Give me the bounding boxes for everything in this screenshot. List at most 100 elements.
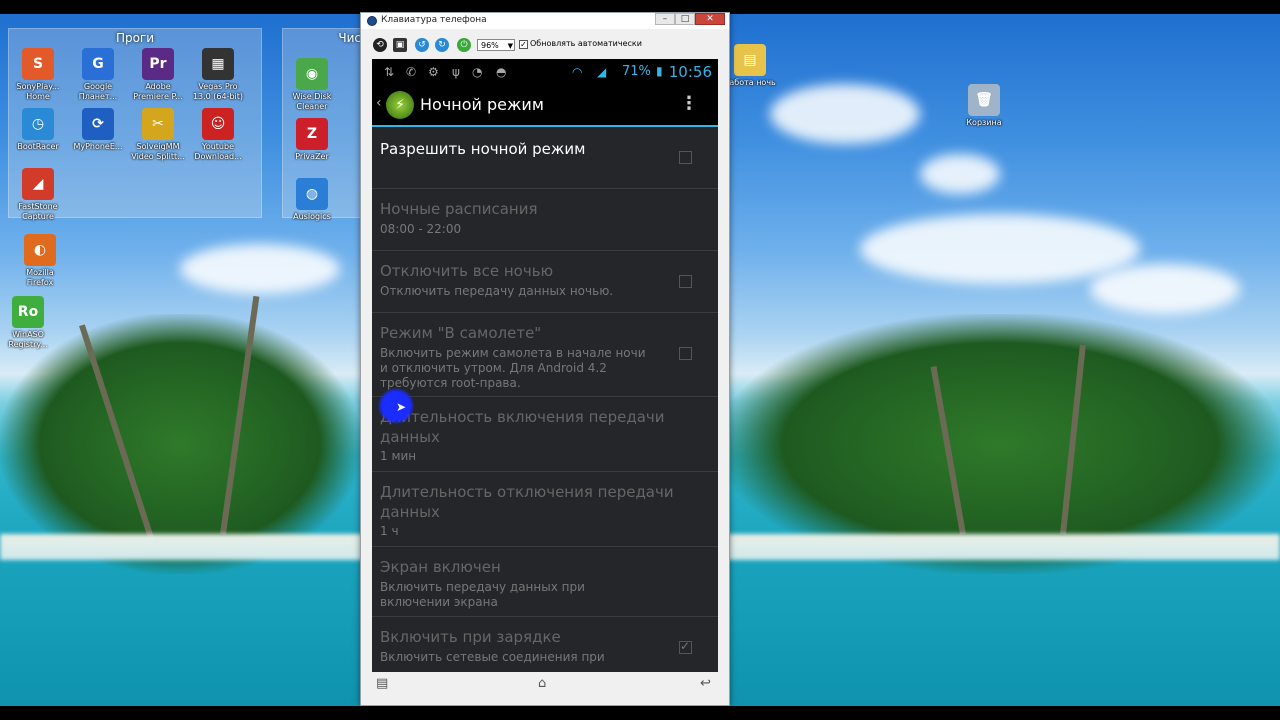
sync-icon: ◔ <box>472 65 483 79</box>
desktop-icon[interactable]: 🗑 Корзина <box>956 84 1012 128</box>
desktop-icon-label: BootRacer <box>17 142 59 151</box>
setting-title: Разрешить ночной режим <box>380 140 586 158</box>
back-chevron-icon[interactable]: ‹ <box>376 95 382 111</box>
phone-screen: ⇅ ✆ ⚙ ψ ◔ ◓ ◠ ◢ 71% ▮ 10:56 ‹ ⚡ Ночной р… <box>372 59 718 672</box>
setting-checkbox[interactable] <box>679 347 692 360</box>
desktop-icon[interactable]: ✂ SolveigMM Video Splitt... <box>130 108 186 162</box>
setting-summary: 1 мин <box>380 449 417 463</box>
app-shortcut-icon: ◉ <box>296 58 328 90</box>
desktop-icon[interactable]: ◷ BootRacer <box>10 108 66 152</box>
desktop-icon[interactable]: Ro WinASO Registry... <box>0 296 56 350</box>
signal-arrows-icon: ⇅ <box>384 65 395 79</box>
app-shortcut-icon: 🗑 <box>968 84 1000 116</box>
cursor-arrow-icon: ➤ <box>396 400 407 414</box>
setting-checkbox[interactable] <box>679 151 692 164</box>
window-titlebar[interactable]: Клавиатура телефона – □ ✕ <box>361 13 729 29</box>
action-bar: ‹ ⚡ Ночной режим ⋮ <box>372 85 718 127</box>
desktop-icon[interactable]: ⟳ MyPhoneE... <box>70 108 126 152</box>
setting-title: Режим "В самолете" <box>380 324 542 342</box>
emulator-navbar: ▤ ⌂ ↩ <box>372 672 718 698</box>
desktop-icon[interactable]: ▦ Vegas Pro 13.0 (64-bit) <box>190 48 246 102</box>
settings-row[interactable]: Отключить все ночью Отключить передачу да… <box>372 251 718 313</box>
rotate-right-icon[interactable]: ↻ <box>435 38 449 52</box>
back-icon[interactable]: ↩ <box>700 676 711 691</box>
app-shortcut-icon: G <box>82 48 114 80</box>
chevron-down-icon: ▼ <box>507 42 513 50</box>
window-title: Клавиатура телефона <box>381 15 487 25</box>
app-shortcut-icon: Ro <box>12 296 44 328</box>
icon-group-title: Проги <box>115 31 155 45</box>
cell-signal-icon: ◢ <box>597 65 607 79</box>
status-bar: ⇅ ✆ ⚙ ψ ◔ ◓ ◠ ◢ 71% ▮ 10:56 <box>372 59 718 85</box>
setting-summary: Включить сетевые соединения при <box>380 650 605 664</box>
settings-row[interactable]: Включить при зарядке Включить сетевые сое… <box>372 617 718 672</box>
setting-checkbox[interactable] <box>679 639 692 654</box>
icon-group-title: Чис <box>338 31 361 45</box>
app-logo-icon[interactable]: ⚡ <box>386 91 414 119</box>
desktop-icon[interactable]: ▤ Забота ночь <box>722 44 778 88</box>
desktop-icon-label: Vegas Pro 13.0 (64-bit) <box>192 82 244 101</box>
desktop-icon[interactable]: Pr Adobe Premiere P... <box>130 48 186 102</box>
settings-row[interactable]: Режим "В самолете" Включить режим самолет… <box>372 313 718 397</box>
desktop-icon-label: Adobe Premiere P... <box>133 82 183 101</box>
desktop-icon-label: Mozilla Firefox <box>26 268 54 287</box>
usb-icon: ψ <box>452 65 460 79</box>
desktop-icon-label: SonyPlay... Home <box>16 82 60 101</box>
app-shortcut-icon: ◐ <box>24 234 56 266</box>
letterbox-bottom <box>0 706 1280 720</box>
setting-summary: 1 ч <box>380 524 399 538</box>
desktop-icon[interactable]: ◢ FastStone Capture <box>10 168 66 222</box>
minimize-button[interactable]: – <box>655 13 675 25</box>
zoom-value: 96% <box>481 41 499 50</box>
rotate-left-icon[interactable]: ↺ <box>415 38 429 52</box>
desktop-icon[interactable]: G Google Планет... <box>70 48 126 102</box>
app-shortcut-icon: ⟳ <box>82 108 114 140</box>
desktop-icon[interactable]: ☺ Youtube Download... <box>190 108 246 162</box>
setting-checkbox[interactable] <box>679 275 692 288</box>
desktop-icon-label: MyPhoneE... <box>73 142 123 151</box>
app-shortcut-icon: S <box>22 48 54 80</box>
screen-title: Ночной режим <box>420 95 544 114</box>
close-button[interactable]: ✕ <box>695 13 725 25</box>
mouse-cursor-highlight: ➤ <box>378 388 414 424</box>
wifi-icon: ◠ <box>572 65 583 79</box>
app-shortcut-icon: ✂ <box>142 108 174 140</box>
settings-row[interactable]: Длительность отключения передачи данных 1… <box>372 472 718 547</box>
settings-row[interactable]: Разрешить ночной режим <box>372 127 718 189</box>
desktop-icon-label: FastStone Capture <box>18 202 58 221</box>
settings-row[interactable]: Экран включен Включить передачу данных пр… <box>372 547 718 617</box>
settings-gear-icon: ⚙ <box>428 65 439 79</box>
desktop-icon[interactable]: ◉ Wise Disk Cleaner <box>284 58 340 112</box>
desktop-icon[interactable]: Z PrivaZer <box>284 118 340 162</box>
settings-row[interactable]: Длительность включения передачи данных 1 … <box>372 397 718 472</box>
emulator-window: Клавиатура телефона – □ ✕ ⟲ ▣ ↺ ↻ ⏻ 96% ▼… <box>360 12 730 706</box>
power-icon[interactable]: ⏻ <box>457 38 471 52</box>
desktop-icon[interactable]: ◐ Mozilla Firefox <box>12 234 68 288</box>
setting-title: Ночные расписания <box>380 200 538 218</box>
app-shortcut-icon: ☺ <box>202 108 234 140</box>
status-time: 10:56 <box>668 63 712 81</box>
app-shortcut-icon: ◷ <box>22 108 54 140</box>
app-shortcut-icon: ▤ <box>734 44 766 76</box>
setting-title: Включить при зарядке <box>380 628 561 646</box>
maximize-button[interactable]: □ <box>675 13 695 25</box>
setting-summary: Отключить передачу данных ночью. <box>380 284 614 298</box>
desktop-icon-label: Корзина <box>966 118 1002 127</box>
desktop-icon-label: SolveigMM Video Splitt... <box>131 142 185 161</box>
refresh-icon[interactable]: ⟲ <box>373 38 387 52</box>
auto-update-checkbox[interactable]: ✓ <box>519 40 528 49</box>
settings-list: Разрешить ночной режим Ночные расписания 0… <box>372 127 718 672</box>
app-shortcut-icon: Z <box>296 118 328 150</box>
desktop-icon-label: Забота ночь <box>724 78 776 87</box>
desktop-icon[interactable]: ◍ Auslogics <box>284 178 340 222</box>
overflow-menu-icon[interactable]: ⋮ <box>680 93 698 114</box>
desktop-icon[interactable]: S SonyPlay... Home <box>10 48 66 102</box>
app-shortcut-icon: ◢ <box>22 168 54 200</box>
save-icon[interactable]: ▣ <box>393 38 407 52</box>
desktop-icon-label: Google Планет... <box>78 82 118 101</box>
desktop-icon-label: Wise Disk Cleaner <box>292 92 332 111</box>
zoom-select[interactable]: 96% ▼ <box>477 39 515 51</box>
home-icon[interactable]: ⌂ <box>538 676 546 691</box>
settings-row[interactable]: Ночные расписания 08:00 - 22:00 <box>372 189 718 251</box>
menu-icon[interactable]: ▤ <box>376 676 388 691</box>
